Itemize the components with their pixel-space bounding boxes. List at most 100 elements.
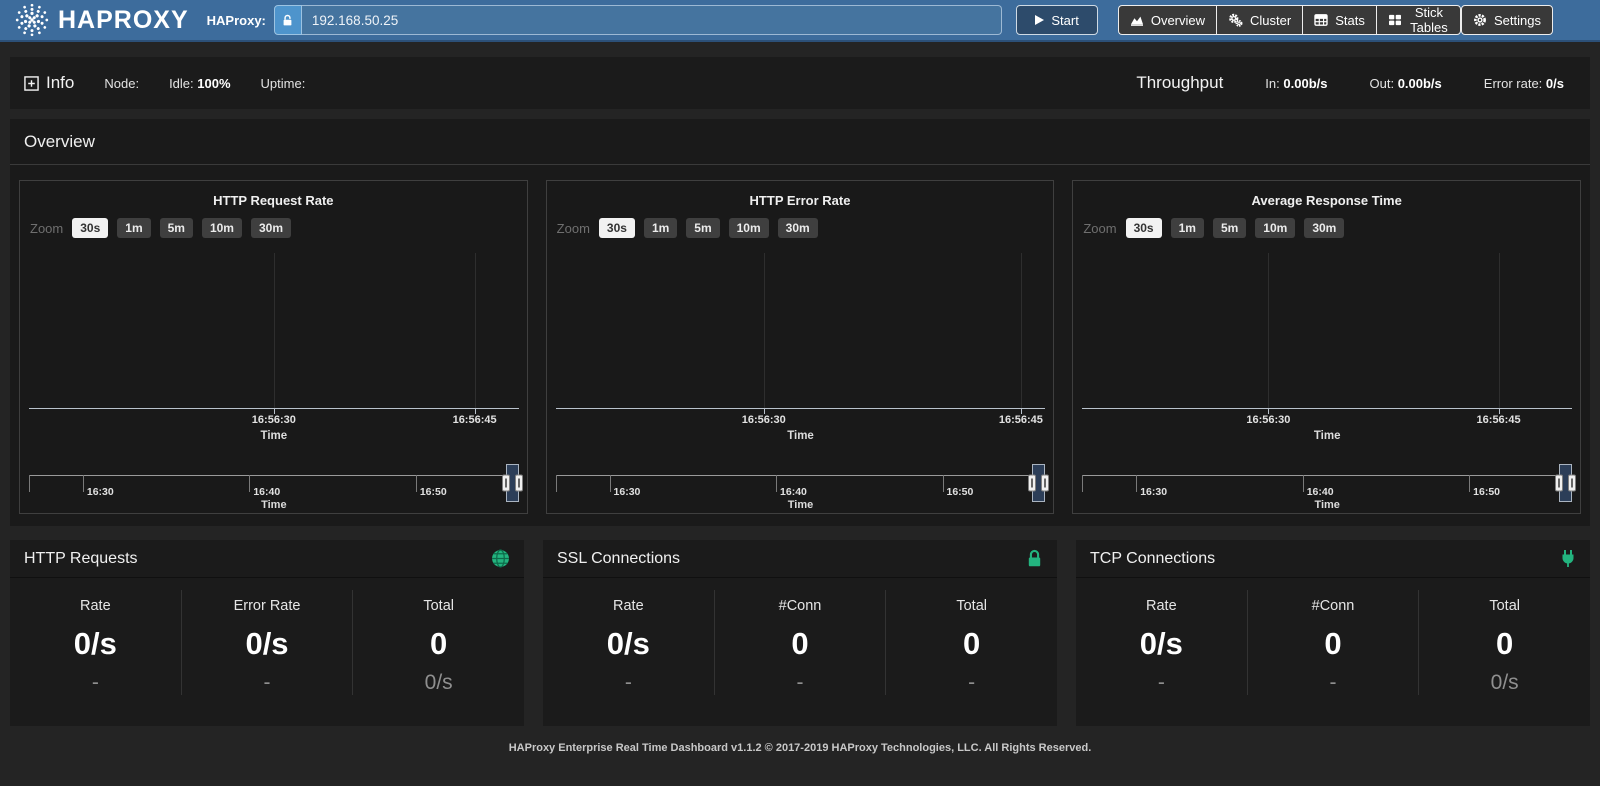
top-navbar: HAPROXY HAProxy: Start Overview [0,0,1600,42]
stat-value: 0 [1248,626,1419,662]
zoom-option-1m[interactable]: 1m [644,218,677,238]
stat-label: Error Rate [182,598,353,614]
navigator-right-handle[interactable] [1041,475,1049,492]
zoom-label: Zoom [557,221,590,236]
zoom-option-5m[interactable]: 5m [160,218,193,238]
stat-value: 0/s [543,626,714,662]
stat-sub-value: - [543,671,714,695]
throughput-title: Throughput [1136,73,1223,93]
view-switcher: Overview Cluster Stats Stick Tables [1118,5,1461,35]
in-value: 0.00b/s [1283,76,1327,91]
unlock-button[interactable] [274,5,302,35]
cluster-label: Cluster [1250,13,1291,28]
zoom-option-10m[interactable]: 10m [202,218,242,238]
grid-icon [1388,14,1402,26]
stat-sub-value: - [1076,671,1247,695]
zoom-option-30s[interactable]: 30s [1126,218,1162,238]
zoom-label: Zoom [1083,221,1116,236]
throughput-out: Out: 0.00b/s [1369,76,1441,91]
navigator-tick [1082,475,1083,492]
zoom-option-10m[interactable]: 10m [1255,218,1295,238]
navigator-range-selector[interactable] [1032,464,1045,502]
out-label: Out: [1369,76,1394,91]
address-input[interactable] [302,5,1002,35]
zoom-option-5m[interactable]: 5m [1213,218,1246,238]
navigator-left-handle[interactable] [1028,475,1036,492]
card-header: TCP Connections [1076,540,1590,578]
info-bar: Info Node: Idle: 100% Uptime: Throughput… [10,57,1590,109]
start-button[interactable]: Start [1016,5,1097,35]
stat-column-conn: #Conn 0 - [1247,590,1419,695]
zoom-option-30s[interactable]: 30s [599,218,635,238]
gears-icon [1228,13,1243,27]
navigator-left-handle[interactable] [502,475,510,492]
zoom-option-10m[interactable]: 10m [729,218,769,238]
chart-navigator[interactable]: 16:30 16:40 16:50 Time [1082,469,1572,513]
chart-navigator[interactable]: 16:30 16:40 16:50 Time [29,469,519,513]
navigator-tick [1136,475,1137,492]
navigator-tick-label: 16:30 [614,486,641,498]
zoom-option-30m[interactable]: 30m [778,218,818,238]
zoom-option-30m[interactable]: 30m [1304,218,1344,238]
navigator-tick-label: 16:40 [780,486,807,498]
navigator-tick-label: 16:50 [947,486,974,498]
stick-tables-button[interactable]: Stick Tables [1376,5,1461,35]
chart-navigator[interactable]: 16:30 16:40 16:50 Time [556,469,1046,513]
plot-area: 16:56:30 16:56:45 Time [29,253,519,409]
stats-button[interactable]: Stats [1302,5,1376,35]
zoom-option-1m[interactable]: 1m [1171,218,1204,238]
stat-column-total: Total 0 - [885,590,1057,695]
stat-value: 0/s [182,626,353,662]
stat-column-rate: Rate 0/s - [10,590,181,695]
card-title: SSL Connections [557,550,680,568]
haproxy-brand: HAPROXY [14,2,189,38]
lock-icon [1026,549,1043,568]
zoom-option-1m[interactable]: 1m [117,218,150,238]
stat-label: #Conn [715,598,886,614]
navigator-axis-title: Time [29,499,519,511]
x-tick-label: 16:56:45 [453,414,497,426]
stat-cards-row: HTTP Requests Rate 0/s - Error Rate 0/s … [10,540,1590,726]
card-title: TCP Connections [1090,550,1215,568]
navigator-left-handle[interactable] [1555,475,1563,492]
navigator-tick [249,475,250,492]
navigator-tick [943,475,944,492]
uptime-field: Uptime: [261,76,306,91]
navigator-range-selector[interactable] [506,464,519,502]
info-section-title: Info [24,73,74,93]
stat-sub-value: - [182,671,353,695]
zoom-option-5m[interactable]: 5m [686,218,719,238]
play-icon [1035,15,1044,25]
stat-column-total: Total 0 0/s [352,590,524,695]
throughput-in: In: 0.00b/s [1265,76,1327,91]
stat-label: Rate [10,598,181,614]
zoom-option-30m[interactable]: 30m [251,218,291,238]
stat-label: Rate [1076,598,1247,614]
gear-icon [1473,13,1487,27]
settings-button[interactable]: Settings [1461,5,1553,35]
error-rate-value: 0/s [1546,76,1564,91]
navigator-axis-title: Time [556,499,1046,511]
x-tick-label: 16:56:30 [742,414,786,426]
stick-tables-label: Stick Tables [1409,5,1449,35]
info-title-text: Info [46,73,74,93]
stat-label: #Conn [1248,598,1419,614]
navigator-range-selector[interactable] [1559,464,1572,502]
zoom-option-30s[interactable]: 30s [72,218,108,238]
zoom-control: Zoom 30s 1m 5m 10m 30m [557,218,818,238]
gridline [1268,253,1269,408]
navigator-right-handle[interactable] [515,475,523,492]
cluster-button[interactable]: Cluster [1216,5,1302,35]
card-body: Rate 0/s - #Conn 0 - Total 0 - [543,578,1057,701]
card-tcp-connections: TCP Connections Rate 0/s - #Conn 0 - Tot… [1076,540,1590,726]
navigator-right-handle[interactable] [1568,475,1576,492]
navigator-tick-label: 16:30 [87,486,114,498]
stat-value: 0 [353,626,524,662]
idle-value: 100% [197,76,230,91]
throughput-group: Throughput In: 0.00b/s Out: 0.00b/s Erro… [1136,73,1564,93]
stat-column-error-rate: Error Rate 0/s - [181,590,353,695]
overview-panel: Overview HTTP Request Rate Zoom 30s 1m 5… [10,119,1590,526]
navigator-tick [416,475,417,492]
overview-button[interactable]: Overview [1118,5,1216,35]
stat-sub-value: - [886,671,1057,695]
